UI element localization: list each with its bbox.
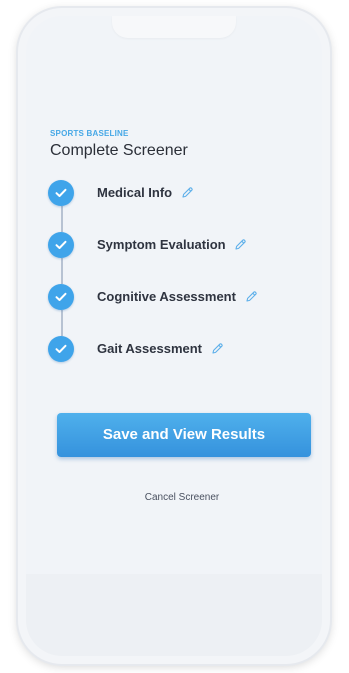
step-symptom-evaluation[interactable]: Symptom Evaluation [48, 232, 318, 258]
step-cognitive-assessment[interactable]: Cognitive Assessment [48, 284, 318, 310]
step-connector [61, 206, 63, 232]
bottom-safe-area [26, 574, 322, 656]
page-title: Complete Screener [50, 142, 188, 159]
check-circle-icon [48, 180, 74, 206]
step-medical-info[interactable]: Medical Info [48, 180, 318, 206]
phone-notch [112, 16, 236, 38]
screen: SPORTS BASELINE Complete Screener Medica… [26, 16, 322, 656]
step-gait-assessment[interactable]: Gait Assessment [48, 336, 318, 362]
step-label: Symptom Evaluation [97, 237, 226, 252]
step-list: Medical Info Symptom Evaluation Cognitiv… [48, 180, 318, 390]
section-eyebrow: SPORTS BASELINE [50, 129, 129, 138]
pencil-icon[interactable] [211, 342, 224, 355]
step-connector [61, 310, 63, 336]
check-circle-icon [48, 284, 74, 310]
step-label: Cognitive Assessment [97, 289, 236, 304]
step-label: Medical Info [97, 185, 173, 200]
cancel-screener-link[interactable]: Cancel Screener [26, 492, 322, 503]
check-circle-icon [48, 232, 74, 258]
phone-frame: SPORTS BASELINE Complete Screener Medica… [18, 8, 330, 664]
pencil-icon[interactable] [181, 186, 194, 199]
pencil-icon[interactable] [245, 290, 258, 303]
pencil-icon[interactable] [234, 238, 247, 251]
check-circle-icon [48, 336, 74, 362]
save-and-view-results-button[interactable]: Save and View Results [57, 413, 311, 457]
step-label: Gait Assessment [97, 341, 203, 356]
step-connector [61, 258, 63, 284]
